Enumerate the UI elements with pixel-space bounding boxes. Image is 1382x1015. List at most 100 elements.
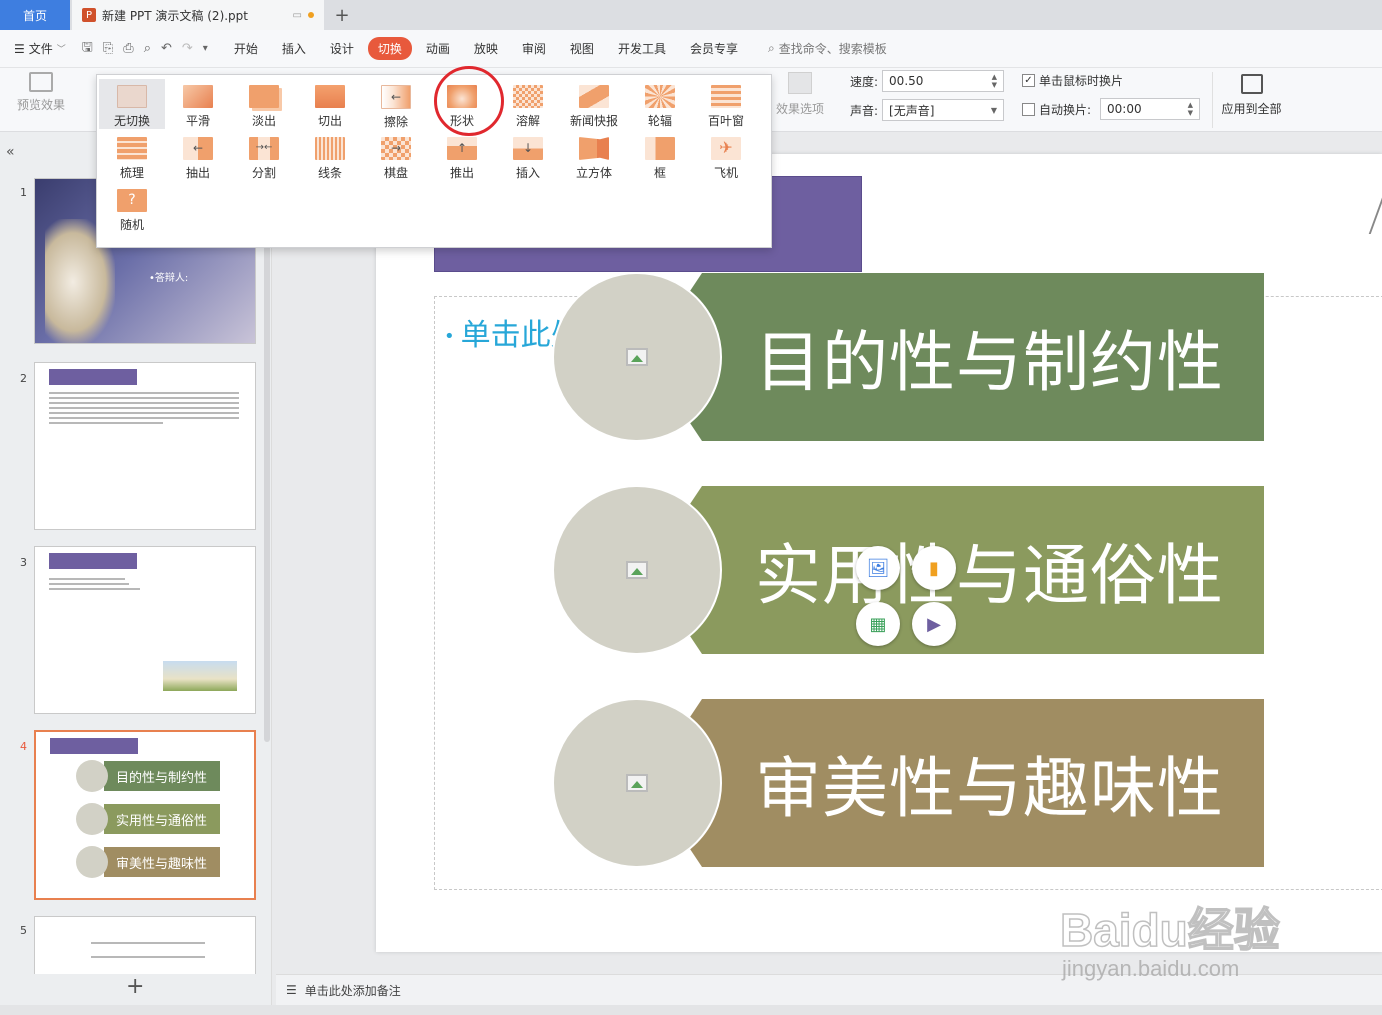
home-tab[interactable]: 首页	[0, 0, 70, 30]
apply-to-all-button[interactable]: 应用到全部	[1212, 72, 1290, 128]
thumbnail-scrollbar[interactable]	[264, 182, 270, 742]
redo-icon[interactable]: ↷	[182, 41, 193, 56]
status-bar	[0, 1005, 1382, 1015]
transition-dissolve[interactable]: 溶解	[495, 79, 561, 129]
unsaved-dot-icon	[308, 12, 314, 18]
current-slide: •单击此处添加文本 目的性与制约性 实用性与通俗性 审美性与趣味性 🖼 ▮ ▦ …	[376, 154, 1382, 952]
tab-review[interactable]: 审阅	[512, 37, 556, 60]
insert-chart-icon[interactable]: ▮	[912, 546, 956, 590]
transition-wipe[interactable]: ← 擦除	[363, 79, 429, 129]
monitor-icon[interactable]: ▭	[293, 10, 302, 21]
transition-newsflash[interactable]: 新闻快报	[561, 79, 627, 129]
thumb-circle	[76, 803, 108, 835]
command-search-placeholder: 查找命令、搜索模板	[778, 42, 887, 56]
transition-airplane[interactable]: ✈ 飞机	[693, 131, 759, 181]
print-preview-icon[interactable]: ⌕	[144, 41, 151, 56]
tab-design[interactable]: 设计	[320, 37, 364, 60]
thumb-title-bar	[50, 738, 138, 754]
slide-number: 2	[20, 372, 27, 385]
transition-wheel[interactable]: 轮辐	[627, 79, 693, 129]
transition-box[interactable]: 框	[627, 131, 693, 181]
auto-advance-time-input[interactable]: 00:00 ▲ ▼	[1100, 98, 1200, 120]
slide-thumbnail-3[interactable]	[34, 546, 256, 714]
slide-thumbnail-panel: « 1 •答辩人: 2 3 4 目的性与制约性 实用性与通俗性 审美性与趣味性	[0, 132, 272, 1015]
more-chevron-icon[interactable]: ▾	[203, 43, 208, 54]
file-menu-label: 文件	[28, 42, 53, 56]
transition-cube[interactable]: 立方体	[561, 131, 627, 181]
ppt-file-icon: P	[82, 8, 96, 22]
transition-random[interactable]: ? 随机	[99, 183, 165, 233]
slide-number: 4	[20, 740, 27, 753]
auto-advance-option[interactable]: 自动换片:	[1022, 101, 1091, 118]
thumb-landscape-image	[163, 661, 237, 691]
image-placeholder-3[interactable]	[552, 698, 722, 868]
slide-number: 3	[20, 556, 27, 569]
item-band-1[interactable]: 目的性与制约性	[646, 273, 1264, 441]
time-spinner-icon[interactable]: ▲ ▼	[1188, 101, 1193, 117]
click-advance-option[interactable]: ✓ 单击鼠标时换片	[1022, 72, 1123, 89]
file-menu-button[interactable]: ☰ 文件 ﹀	[0, 40, 76, 57]
print-icon[interactable]: ⎙	[123, 41, 133, 56]
insert-video-icon[interactable]: ▶	[912, 602, 956, 646]
preview-effect-button[interactable]: 预览效果	[8, 72, 74, 128]
thumb-band: 实用性与通俗性	[104, 804, 220, 834]
transition-none[interactable]: 无切换	[99, 79, 165, 129]
tab-insert[interactable]: 插入	[272, 37, 316, 60]
collapse-panel-icon[interactable]: «	[6, 144, 15, 160]
insert-picture-icon[interactable]: 🖼	[856, 546, 900, 590]
slide-thumbnail-5[interactable]	[34, 916, 256, 974]
transition-lines[interactable]: 线条	[297, 131, 363, 181]
slide-thumbnail-2[interactable]	[34, 362, 256, 530]
transition-checkerboard[interactable]: → 棋盘	[363, 131, 429, 181]
menu-tabs: 开始 插入 设计 切换 动画 放映 审阅 视图 开发工具 会员专享	[224, 37, 748, 60]
click-advance-checkbox[interactable]: ✓	[1022, 74, 1035, 87]
blinds-transition-icon	[711, 85, 741, 108]
sound-select[interactable]: [无声音] ▼	[882, 99, 1005, 121]
transition-blinds[interactable]: 百叶窗	[693, 79, 759, 129]
tab-start[interactable]: 开始	[224, 37, 268, 60]
speed-label: 速度:	[850, 74, 879, 89]
transition-push[interactable]: ↑ 推出	[429, 131, 495, 181]
transition-morph[interactable]: 平滑	[165, 79, 231, 129]
tab-slideshow[interactable]: 放映	[464, 37, 508, 60]
box-transition-icon	[645, 137, 675, 160]
tab-animation[interactable]: 动画	[416, 37, 460, 60]
effect-options-button[interactable]: 效果选项	[768, 72, 832, 128]
command-search[interactable]: ⌕ 查找命令、搜索模板	[768, 40, 887, 57]
tab-developer[interactable]: 开发工具	[608, 37, 676, 60]
thumb-band: 审美性与趣味性	[104, 847, 220, 877]
save-icon[interactable]: 🖫	[82, 38, 93, 60]
transition-fade[interactable]: 淡出	[231, 79, 297, 129]
transition-split[interactable]: →← 分割	[231, 131, 297, 181]
format-painter-icon[interactable]: ⎘	[103, 41, 113, 56]
image-placeholder-1[interactable]	[552, 272, 722, 442]
apply-all-icon	[1240, 74, 1263, 94]
notes-bar[interactable]: ☰ 单击此处添加备注	[276, 974, 1382, 1005]
undo-icon[interactable]: ↶	[161, 41, 172, 56]
spinner-icon[interactable]: ▲ ▼	[992, 73, 997, 89]
effect-options-label: 效果选项	[775, 102, 824, 116]
auto-advance-checkbox[interactable]	[1022, 103, 1035, 116]
item-band-3[interactable]: 审美性与趣味性	[646, 699, 1264, 867]
transition-cut[interactable]: 切出	[297, 79, 363, 129]
sound-row: 声音: [无声音] ▼	[850, 99, 1005, 121]
document-tab[interactable]: P 新建 PPT 演示文稿 (2).ppt ▭	[72, 0, 324, 30]
tab-view[interactable]: 视图	[560, 37, 604, 60]
cover-transition-icon: ↓	[513, 137, 543, 160]
transition-cover[interactable]: ↓ 插入	[495, 131, 561, 181]
transition-label: 插入	[515, 166, 540, 180]
new-tab-button[interactable]: +	[324, 0, 360, 30]
auto-advance-label: 自动换片:	[1039, 103, 1092, 117]
click-advance-label: 单击鼠标时换片	[1039, 74, 1124, 88]
insert-table-icon[interactable]: ▦	[856, 602, 900, 646]
slide-thumbnail-4[interactable]: 目的性与制约性 实用性与通俗性 审美性与趣味性	[34, 730, 256, 900]
speed-input[interactable]: 00.50 ▲ ▼	[882, 70, 1005, 92]
transition-pull[interactable]: ← 抽出	[165, 131, 231, 181]
transition-label: 平滑	[185, 114, 210, 128]
tab-transition[interactable]: 切换	[367, 37, 412, 60]
image-placeholder-2[interactable]	[552, 485, 722, 655]
notes-placeholder: 单击此处添加备注	[304, 983, 401, 998]
tab-member[interactable]: 会员专享	[680, 37, 748, 60]
add-slide-button[interactable]: +	[126, 974, 144, 999]
transition-comb[interactable]: 梳理	[99, 131, 165, 181]
